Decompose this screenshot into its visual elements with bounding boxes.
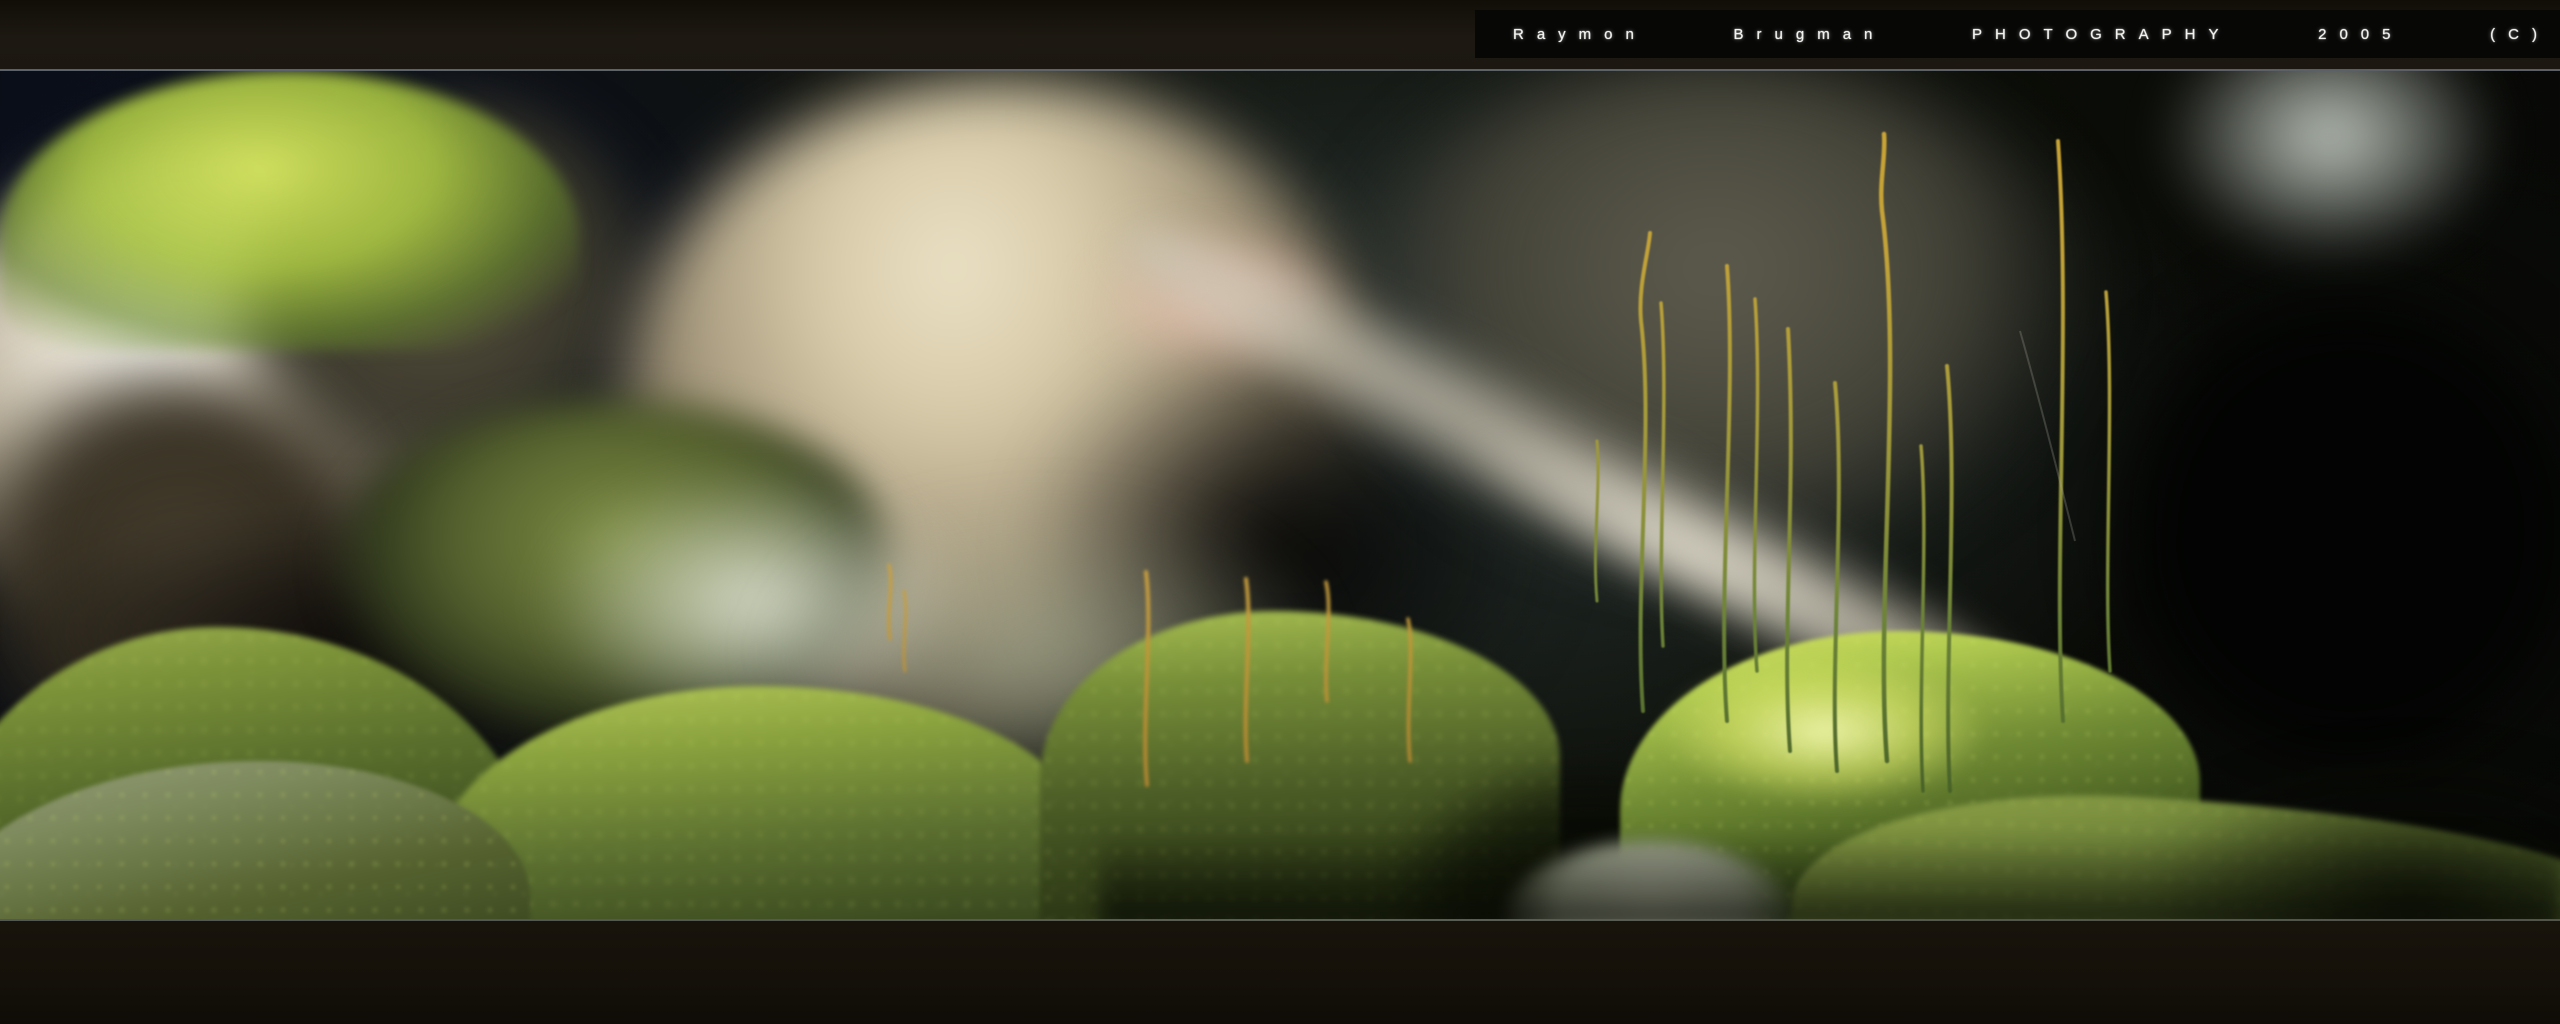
letterbox-bottom-bar bbox=[0, 921, 2560, 1024]
stray-filament bbox=[2020, 331, 2075, 541]
credit-copyright: (C) bbox=[2490, 26, 2550, 43]
sporophyte-stalk bbox=[1595, 441, 1598, 601]
sporophyte-stalk bbox=[2106, 292, 2110, 671]
photo-frame: Raymon Brugman PHOTOGRAPHY 2005 (C) bbox=[0, 0, 2560, 1024]
sporophyte-stalk bbox=[1661, 303, 1664, 646]
sporophyte-stalk bbox=[1246, 579, 1249, 761]
credit-bar: Raymon Brugman PHOTOGRAPHY 2005 (C) bbox=[1475, 10, 2560, 58]
sporophyte-stalk bbox=[1408, 619, 1411, 761]
sporophyte-stalk bbox=[904, 591, 906, 671]
sporophyte-stalk bbox=[1881, 134, 1890, 761]
sporophyte-stalk bbox=[2058, 141, 2063, 721]
sporophyte-stalk bbox=[1145, 572, 1148, 785]
sporophyte-stalk bbox=[1754, 299, 1757, 671]
sporophyte-stalks bbox=[0, 71, 2560, 921]
sporophyte-stalk bbox=[1947, 366, 1952, 791]
macro-moss-photo bbox=[0, 69, 2560, 921]
sporophyte-stalk bbox=[889, 565, 891, 639]
sporophyte-stalk bbox=[1787, 329, 1791, 751]
sporophyte-stalk bbox=[1326, 582, 1329, 701]
credit-first-name: Raymon bbox=[1513, 26, 1647, 43]
credit-year: 2005 bbox=[2318, 26, 2403, 43]
sporophyte-stalk bbox=[1835, 383, 1839, 771]
credit-last-name: Brugman bbox=[1734, 26, 1886, 43]
credit-label: PHOTOGRAPHY bbox=[1972, 26, 2231, 43]
sporophyte-stalk bbox=[1640, 233, 1650, 711]
sporophyte-stalk bbox=[1921, 446, 1924, 791]
sporophyte-stalk bbox=[1724, 266, 1730, 721]
